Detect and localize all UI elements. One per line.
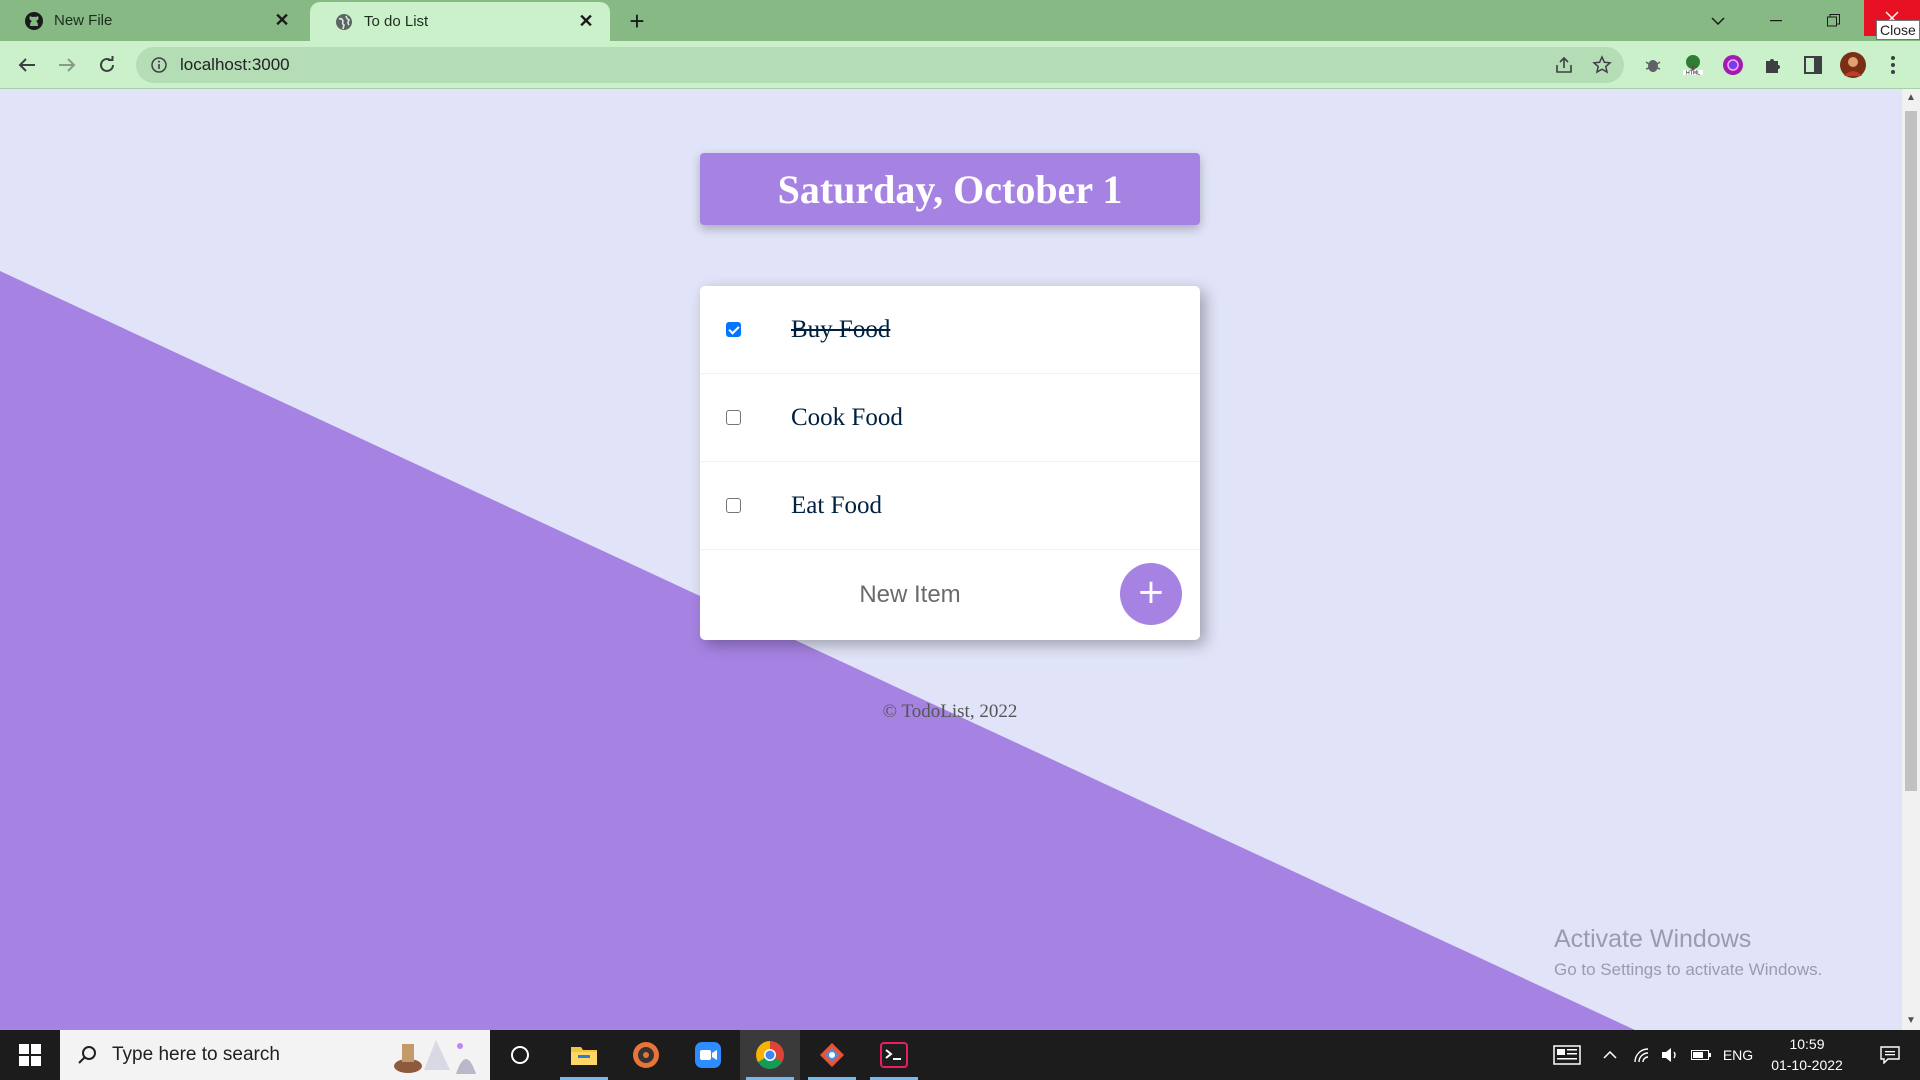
minimize-icon[interactable] xyxy=(1748,0,1804,41)
search-highlight-illustration xyxy=(394,1040,476,1074)
menu-kebab-icon[interactable] xyxy=(1880,52,1906,78)
tab-close-icon[interactable]: ✕ xyxy=(576,11,596,32)
terminal-app-icon[interactable] xyxy=(864,1030,924,1080)
notifications-icon[interactable] xyxy=(1866,1030,1914,1080)
github-icon xyxy=(24,11,44,31)
battery-icon[interactable] xyxy=(1688,1030,1714,1080)
side-panel-icon[interactable] xyxy=(1800,52,1826,78)
tab-search-chevron-icon[interactable] xyxy=(1690,0,1746,41)
day-heading: Saturday, October 1 xyxy=(777,166,1123,212)
taskbar-search-box[interactable]: Type here to search xyxy=(60,1030,490,1080)
new-item-form: + xyxy=(700,550,1200,640)
volume-icon[interactable] xyxy=(1658,1030,1682,1080)
news-widget-icon[interactable] xyxy=(1548,1030,1586,1080)
profile-avatar[interactable] xyxy=(1840,52,1866,78)
forward-icon[interactable] xyxy=(51,49,83,81)
watermark-subtitle: Go to Settings to activate Windows. xyxy=(1554,960,1823,979)
html-extension-icon[interactable]: HTML xyxy=(1680,52,1706,78)
tab-close-icon[interactable]: ✕ xyxy=(272,10,292,31)
todo-item: Eat Food xyxy=(700,462,1200,550)
media-app-icon[interactable] xyxy=(616,1030,676,1080)
purple-extension-icon[interactable] xyxy=(1720,52,1746,78)
watermark-title: Activate Windows xyxy=(1554,925,1752,953)
network-icon[interactable] xyxy=(1630,1030,1654,1080)
todo-item-text: Eat Food xyxy=(791,491,882,519)
clock-date: 01-10-2022 xyxy=(1771,1057,1843,1073)
file-explorer-icon[interactable] xyxy=(554,1030,614,1080)
new-item-input[interactable] xyxy=(700,550,1120,640)
bug-extension-icon[interactable] xyxy=(1640,52,1666,78)
tab-label: To do List xyxy=(364,13,429,30)
page-viewport: Saturday, October 1 Buy Food Cook Food E… xyxy=(0,89,1902,1030)
task-view-icon[interactable] xyxy=(490,1030,550,1080)
page-scrollbar[interactable]: ▲ ▼ xyxy=(1902,89,1920,1030)
address-bar[interactable]: localhost:3000 xyxy=(136,47,1624,83)
search-icon xyxy=(76,1044,98,1066)
close-tooltip: Close xyxy=(1876,20,1920,40)
todo-checkbox[interactable] xyxy=(726,498,741,513)
windows-start-button[interactable] xyxy=(0,1030,60,1080)
reload-icon[interactable] xyxy=(91,49,123,81)
back-icon[interactable] xyxy=(11,49,43,81)
git-kraken-app-icon[interactable] xyxy=(802,1030,862,1080)
activate-windows-watermark: Activate Windows Go to Settings to activ… xyxy=(1554,925,1822,980)
chrome-app-icon[interactable] xyxy=(740,1030,800,1080)
todo-item: Buy Food xyxy=(700,286,1200,374)
todo-item: Cook Food xyxy=(700,374,1200,462)
browser-toolbar: localhost:3000 HTML xyxy=(0,41,1920,89)
search-placeholder: Type here to search xyxy=(112,1044,280,1065)
bookmark-star-icon[interactable] xyxy=(1592,55,1612,80)
day-heading-box: Saturday, October 1 xyxy=(700,153,1200,225)
tab-new-file[interactable]: New File ✕ xyxy=(0,0,306,41)
scroll-up-arrow-icon[interactable]: ▲ xyxy=(1906,93,1916,103)
new-tab-button[interactable]: + xyxy=(622,6,652,36)
extensions-puzzle-icon[interactable] xyxy=(1760,52,1786,78)
tab-label: New File xyxy=(54,12,113,29)
todo-checkbox-checked[interactable] xyxy=(726,322,741,337)
share-icon[interactable] xyxy=(1554,55,1574,80)
windows-taskbar: Type here to search ENG 10:59 01-10-2022 xyxy=(0,1030,1920,1080)
browser-tab-strip: New File ✕ To do List ✕ + Close xyxy=(0,0,1920,41)
tab-to-do-list[interactable]: To do List ✕ xyxy=(310,2,610,41)
zoom-app-icon[interactable] xyxy=(678,1030,738,1080)
tray-chevron-up-icon[interactable] xyxy=(1598,1030,1622,1080)
todo-item-text: Buy Food xyxy=(791,315,891,343)
scroll-down-arrow-icon[interactable]: ▼ xyxy=(1906,1016,1916,1026)
add-item-button[interactable]: + xyxy=(1120,563,1182,625)
taskbar-clock[interactable]: 10:59 01-10-2022 xyxy=(1752,1034,1862,1076)
url-text: localhost:3000 xyxy=(180,55,290,74)
globe-icon xyxy=(334,12,354,32)
todo-list-box: Buy Food Cook Food Eat Food + xyxy=(700,286,1200,640)
todo-item-text: Cook Food xyxy=(791,403,903,431)
svg-text:HTML: HTML xyxy=(1686,71,1700,77)
info-icon[interactable] xyxy=(150,56,168,74)
todo-checkbox[interactable] xyxy=(726,410,741,425)
scrollbar-thumb[interactable] xyxy=(1905,111,1917,791)
page-footer: © TodoList, 2022 xyxy=(882,701,1018,722)
clock-time: 10:59 xyxy=(1789,1036,1825,1052)
restore-icon[interactable] xyxy=(1805,0,1861,41)
